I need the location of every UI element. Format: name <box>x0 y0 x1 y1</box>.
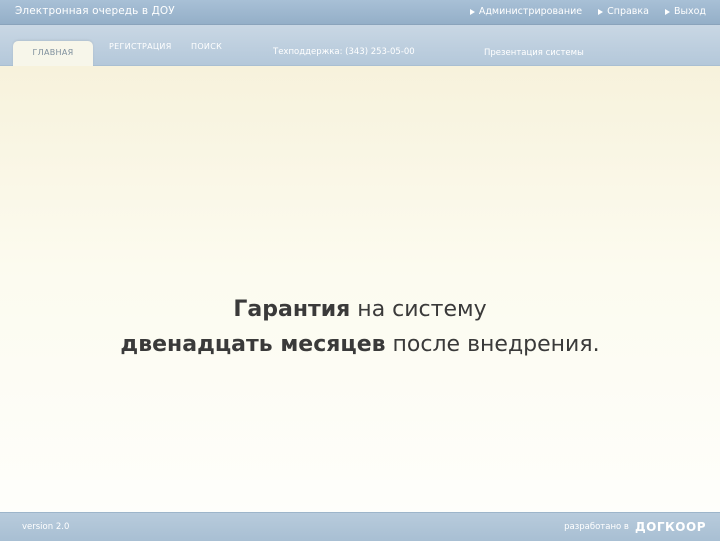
message-line-2-bold: двенадцать месяцев <box>120 332 386 357</box>
tab-main-label: ГЛАВНАЯ <box>32 48 74 57</box>
message-line-2: двенадцать месяцев после внедрения. <box>0 327 720 362</box>
warranty-message: Гарантия на систему двенадцать месяцев п… <box>0 292 720 362</box>
message-line-1-rest: на систему <box>350 297 487 322</box>
main-content: Гарантия на систему двенадцать месяцев п… <box>0 66 720 512</box>
arrow-right-icon <box>469 8 475 15</box>
help-link[interactable]: Справка <box>598 6 649 17</box>
app-title: Электронная очередь в ДОУ <box>15 5 175 17</box>
admin-link-label: Администрирование <box>478 6 583 17</box>
logout-link[interactable]: Выход <box>664 6 706 17</box>
logout-link-label: Выход <box>673 6 706 17</box>
developer-logo[interactable]: ДОГКООР <box>635 520 706 534</box>
arrow-right-icon <box>664 8 670 15</box>
top-bar: Электронная очередь в ДОУ Администрирова… <box>0 0 720 25</box>
tab-registration[interactable]: РЕГИСТРАЦИЯ <box>109 42 172 51</box>
tab-main[interactable]: ГЛАВНАЯ <box>13 41 93 66</box>
developer-label: разработано в <box>564 522 629 532</box>
tab-search[interactable]: ПОИСК <box>191 42 222 51</box>
developer-credit: разработано в ДОГКООР <box>564 520 706 534</box>
arrow-right-icon <box>598 8 604 15</box>
message-line-1-bold: Гарантия <box>233 297 351 322</box>
message-line-1: Гарантия на систему <box>0 292 720 327</box>
message-line-2-rest: после внедрения. <box>385 332 600 357</box>
admin-link[interactable]: Администрирование <box>469 6 583 17</box>
presentation-link[interactable]: Презентация системы <box>484 48 584 58</box>
top-links: Администрирование Справка Выход <box>469 6 706 17</box>
version-label: version 2.0 <box>22 522 70 532</box>
footer: version 2.0 разработано в ДОГКООР <box>0 512 720 541</box>
help-link-label: Справка <box>607 6 649 17</box>
nav-band: ГЛАВНАЯ РЕГИСТРАЦИЯ ПОИСК Техподдержка: … <box>0 25 720 66</box>
support-phone: Техподдержка: (343) 253-05-00 <box>273 47 415 57</box>
